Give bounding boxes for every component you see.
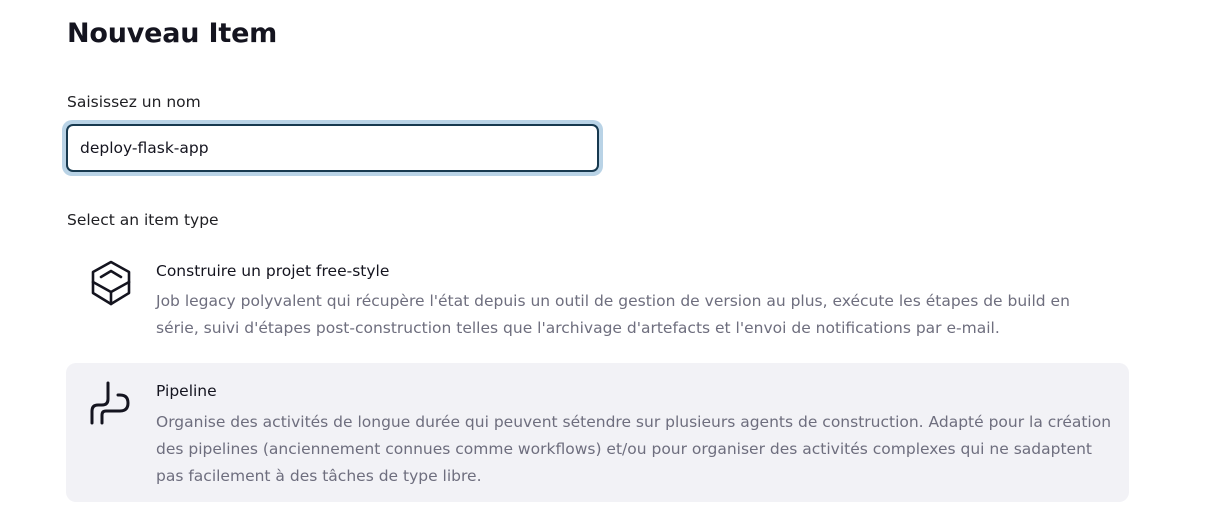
- new-item-page: Nouveau Item Saisissez un nom Select an …: [0, 0, 1214, 513]
- page-title: Nouveau Item: [67, 18, 278, 49]
- item-name-label: Saisissez un nom: [67, 93, 201, 111]
- item-type-freestyle[interactable]: Construire un projet free-style Job lega…: [66, 248, 1129, 354]
- cube-icon: [86, 258, 136, 308]
- item-type-pipeline[interactable]: Pipeline Organise des activités de longu…: [66, 363, 1129, 502]
- pipeline-icon: [86, 379, 136, 429]
- item-type-label: Select an item type: [67, 211, 219, 229]
- item-type-description: Job legacy polyvalent qui récupère l'éta…: [156, 292, 1070, 337]
- item-type-description: Organise des activités de longue durée q…: [156, 413, 1112, 485]
- item-type-name: Pipeline: [156, 382, 217, 400]
- item-name-focus-ring: [62, 120, 603, 176]
- item-name-input[interactable]: [66, 124, 599, 172]
- item-type-name: Construire un projet free-style: [156, 262, 390, 280]
